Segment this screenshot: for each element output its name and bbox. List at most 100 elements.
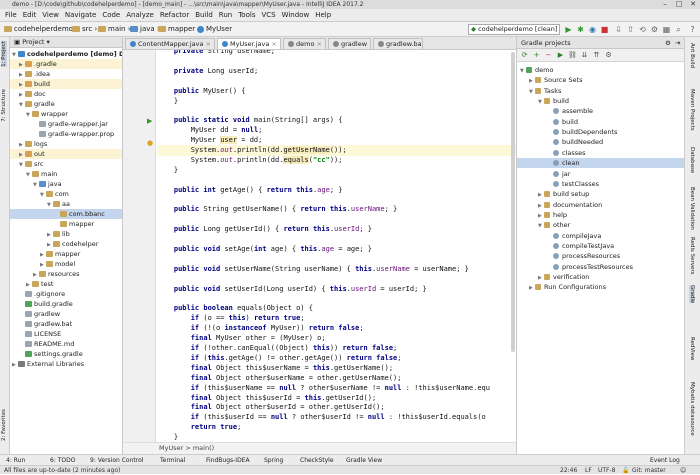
project-tree-item[interactable]: settings.gradle [10, 349, 122, 359]
editor-scrollbar[interactable] [511, 52, 515, 352]
menu-run[interactable]: Run [216, 9, 235, 22]
run-icon[interactable]: ▶ [564, 25, 573, 34]
menu-window[interactable]: Window [279, 9, 313, 22]
tool-window-redis-servers[interactable]: Redis Servers [689, 237, 695, 275]
gradle-tree-item[interactable]: processResources [517, 251, 684, 261]
remove-icon[interactable]: − [544, 51, 553, 60]
menu-analyze[interactable]: Analyze [123, 9, 157, 22]
vcs-update-icon[interactable]: ⇩ [614, 25, 623, 34]
settings-icon[interactable]: ⚙ [650, 25, 659, 34]
gradle-settings-icon[interactable]: ⚙ [604, 51, 613, 60]
project-tree-item[interactable]: build.gradle [10, 299, 122, 309]
gradle-tree-item[interactable]: ▼ other [517, 220, 684, 230]
editor-tab[interactable]: MyUser.java × [217, 38, 281, 49]
gradle-tree-item[interactable]: build [517, 117, 684, 127]
coverage-icon[interactable]: ◉ [588, 25, 597, 34]
project-tree-item[interactable]: ▶ model [10, 259, 122, 269]
project-tree-item[interactable]: ▶ resources [10, 269, 122, 279]
gradle-tree-item[interactable]: ▼ Tasks [517, 86, 684, 96]
project-tree-item[interactable]: ▶ External Libraries [10, 359, 122, 369]
gradle-tree-item[interactable]: classes [517, 148, 684, 158]
close-window-button[interactable]: ✕ [686, 0, 700, 9]
toggle-offline-icon[interactable]: ⛓ [568, 51, 577, 60]
project-view-selector[interactable]: ▣ Project ▾ [14, 38, 50, 46]
add-icon[interactable]: + [532, 51, 541, 60]
tool-window-structure[interactable]: 7: Structure [1, 89, 7, 122]
tool-window-maven-projects[interactable]: Maven Projects [689, 89, 695, 131]
project-tree-item[interactable]: README.md [10, 339, 122, 349]
breadcrumb-main[interactable]: main › [98, 24, 131, 35]
gradle-tree-item[interactable]: compileTestJava [517, 241, 684, 251]
code-line[interactable]: } [157, 432, 516, 442]
gradle-tree-item[interactable]: ▼ build [517, 96, 684, 106]
close-tab-icon[interactable]: × [367, 40, 370, 48]
project-tree-item[interactable]: ▶ mapper [10, 249, 122, 259]
project-tree-item[interactable]: .gitignore [10, 289, 122, 299]
run-config-select[interactable]: ◆ codehelperdemo [clean] ▾ [468, 24, 560, 35]
gradle-tree-item[interactable]: processTestResources [517, 262, 684, 272]
gradle-tree-item[interactable]: jar [517, 169, 684, 179]
bulb-icon[interactable]: ● [147, 139, 153, 147]
close-tab-icon[interactable]: × [203, 40, 211, 48]
gradle-tree-item[interactable]: ▶ build setup [517, 189, 684, 199]
settings-icon[interactable]: ⚙ [665, 37, 671, 49]
expand-all-icon[interactable]: ⇊ [580, 51, 589, 60]
tool-window-ant-build[interactable]: Ant Build [689, 43, 695, 68]
breadcrumb-mapper[interactable]: mapper › [158, 24, 200, 35]
breadcrumb-class[interactable]: MyUser [197, 24, 232, 35]
gradle-tree-item[interactable]: testClasses [517, 179, 684, 189]
project-tree-item[interactable]: ▶ test [10, 279, 122, 289]
close-tab-icon[interactable]: × [314, 40, 322, 48]
project-tree-item[interactable]: ▼ aa [10, 199, 122, 209]
vcs-commit-icon[interactable]: ⇧ [626, 25, 635, 34]
tool-window-redview[interactable]: RedView [689, 337, 695, 361]
minimize-button[interactable]: – [658, 0, 672, 9]
project-tree-item[interactable]: gradlew [10, 309, 122, 319]
project-tree-item[interactable]: ▼ main [10, 169, 122, 179]
project-tree-item[interactable]: ▶ codehelper [10, 239, 122, 249]
gradle-tree-item[interactable]: buildNeeded [517, 137, 684, 147]
tool-window-mybatis-datasource[interactable]: Mybatis datasource [689, 382, 695, 436]
collapse-all-icon[interactable]: ⇈ [592, 51, 601, 60]
project-tree-item[interactable]: ▶ doc [10, 89, 122, 99]
menu-view[interactable]: View [39, 9, 62, 22]
menu-help[interactable]: Help [312, 9, 334, 22]
maximize-button[interactable]: □ [672, 0, 686, 9]
gradle-tree-item[interactable]: assemble [517, 106, 684, 116]
project-tree-item[interactable]: ▼codehelperdemo [demo] D:\co [10, 49, 122, 59]
project-tree-item[interactable]: ▼ src [10, 159, 122, 169]
editor-tab[interactable]: gradlew × [328, 38, 371, 49]
project-tree-item[interactable]: ▶ .gradle [10, 59, 122, 69]
menu-file[interactable]: File [2, 9, 20, 22]
gradle-tree-item[interactable]: compileJava [517, 231, 684, 241]
tool-window-bean-validation[interactable]: Bean Validation [689, 187, 695, 230]
refresh-icon[interactable]: ⟳ [520, 51, 529, 60]
project-tree-item[interactable]: ▶ logs [10, 139, 122, 149]
breadcrumb-src[interactable]: src › [72, 24, 97, 35]
project-tree-item[interactable]: gradle-wrapper.prop [10, 129, 122, 139]
editor-tab[interactable]: ContentMapper.java × [125, 38, 215, 49]
project-tree-item[interactable]: ▼ wrapper [10, 109, 122, 119]
project-tree-item[interactable]: ▼ java [10, 179, 122, 189]
project-tree-item[interactable]: ▶ .idea [10, 69, 122, 79]
close-tab-icon[interactable]: × [269, 40, 276, 48]
project-tree-item[interactable]: ▶ lib [10, 229, 122, 239]
tool-window-project[interactable]: 1: Project [1, 41, 7, 67]
gradle-tree-item[interactable]: ▶ verification [517, 272, 684, 282]
tool-window-database[interactable]: Database [689, 147, 695, 173]
menu-vcs[interactable]: VCS [258, 9, 278, 22]
menu-refactor[interactable]: Refactor [157, 9, 192, 22]
project-structure-icon[interactable]: ▦ [662, 25, 671, 34]
project-tree-item[interactable]: ▶ out [10, 149, 122, 159]
menu-code[interactable]: Code [99, 9, 123, 22]
hide-icon[interactable]: ⇥ [675, 37, 680, 49]
project-tree-item[interactable]: LICENSE [10, 329, 122, 339]
project-tree-item[interactable]: mapper [10, 219, 122, 229]
gradle-tree-item[interactable]: ▶ Run Configurations [517, 282, 684, 292]
stop-icon[interactable]: ■ [600, 25, 609, 34]
code-editor[interactable]: private String userName; private Long us… [157, 50, 516, 442]
gradle-tree-item[interactable]: ▶ Source Sets [517, 75, 684, 85]
menu-edit[interactable]: Edit [20, 9, 40, 22]
project-tree-item[interactable]: com.bbanc [10, 209, 122, 219]
project-tree-item[interactable]: ▼ gradle [10, 99, 122, 109]
